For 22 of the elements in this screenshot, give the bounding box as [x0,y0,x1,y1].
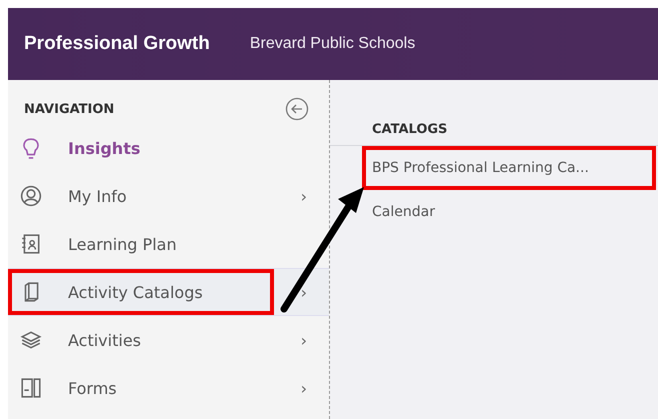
layers-icon [20,329,42,351]
form-icon [20,377,42,399]
organization-name: Brevard Public Schools [250,35,416,53]
catalogs-heading: CATALOGS [372,122,448,137]
nav-item[interactable]: Activity Catalogs › [8,268,329,316]
collapse-icon[interactable] [285,97,309,121]
app-title: Professional Growth [24,33,210,55]
nav-item[interactable]: Learning Plan [8,220,329,268]
nav-item[interactable]: Forms › [8,364,329,412]
navigation-heading: NAVIGATION [24,102,114,116]
nav-item[interactable]: Activities › [8,316,329,364]
plan-icon [20,233,42,255]
chevron-icon: › [300,330,307,350]
nav-item[interactable]: Insights [8,124,329,172]
catalog-link[interactable]: BPS Professional Learning Ca... [330,146,658,190]
person-icon [20,185,42,207]
chevron-icon: › [300,186,307,206]
chevron-icon: › [300,282,307,302]
chevron-icon: › [300,378,307,398]
bulb-icon [20,137,42,159]
catalog-link[interactable]: Calendar [330,190,658,234]
nav-item[interactable]: My Info › [8,172,329,220]
